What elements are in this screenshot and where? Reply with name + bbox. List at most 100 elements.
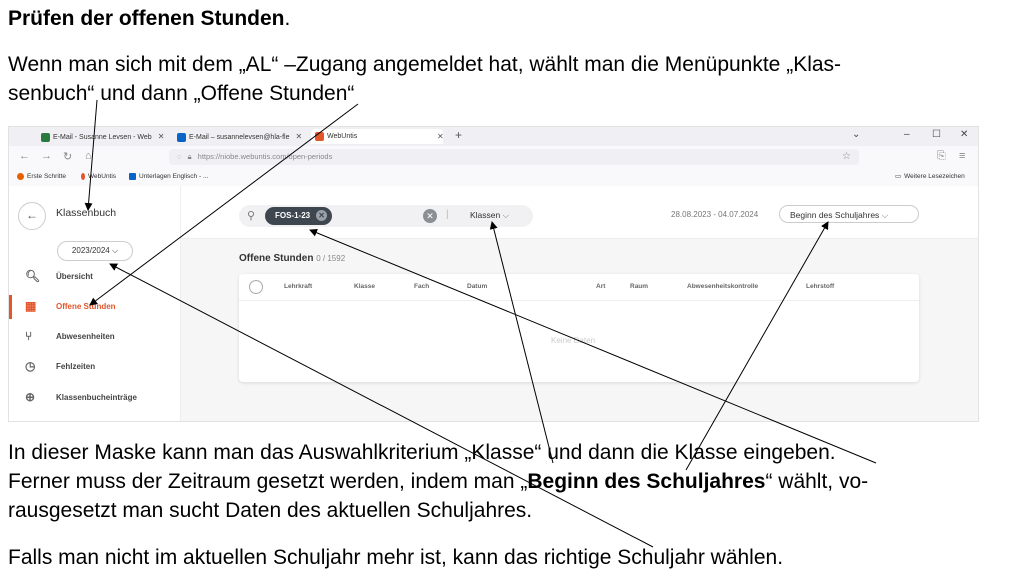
bookmark-star-icon[interactable]: ☆ bbox=[842, 149, 851, 165]
explanation-line-2-post: “ wählt, vo- bbox=[765, 470, 869, 493]
menu-label: Übersicht bbox=[56, 272, 93, 281]
new-tab-icon[interactable]: + bbox=[455, 128, 462, 142]
bookmark-unterlagen[interactable]: Unterlagen Englisch - ... bbox=[129, 168, 208, 186]
url-bar[interactable]: ◌ 🔒︎ https://niobe.webuntis.com/open-per… bbox=[169, 149, 859, 165]
school-year-value: 2023/2024 bbox=[71, 246, 110, 255]
menu-label: Abwesenheiten bbox=[56, 332, 115, 341]
open-periods-table: Lehrkraft Klasse Fach Datum Art Raum Abw… bbox=[239, 274, 919, 382]
menu-item-abwesenheiten[interactable]: ⑂ Abwesenheiten bbox=[9, 325, 180, 349]
menu-item-fehlzeiten[interactable]: ◷ Fehlzeiten bbox=[9, 355, 180, 379]
filter-bar: ⚲ FOS-1-23 ✕ ✕ | Klassen ⌵ 28.08.2023 - 0… bbox=[181, 186, 978, 239]
firefox-icon bbox=[17, 172, 24, 180]
explanation-line-3: rausgesetzt man sucht Daten des aktuelle… bbox=[8, 499, 533, 522]
table-header: Lehrkraft Klasse Fach Datum Art Raum Abw… bbox=[239, 274, 919, 301]
calendar-icon: ▦ bbox=[25, 299, 37, 313]
chip-remove-icon[interactable]: ✕ bbox=[316, 210, 328, 221]
note-paragraph: Falls man nicht im aktuellen Schuljahr m… bbox=[8, 546, 784, 569]
tab-email-outlook[interactable]: E-Mail - Susanne Levsen - Web ✕ bbox=[37, 129, 165, 144]
reload-icon[interactable]: ↻ bbox=[63, 150, 72, 163]
bookmark-erste-schritte[interactable]: Erste Schritte bbox=[17, 168, 66, 186]
lock-icon: 🔒︎ bbox=[187, 152, 192, 161]
search-icon: ⚲ bbox=[247, 210, 256, 222]
webuntis-icon bbox=[81, 172, 85, 180]
tab-bar: E-Mail - Susanne Levsen - Web ✕ E-Mail – … bbox=[9, 127, 978, 146]
explanation-line-2-pre: Ferner muss der Zeitraum gesetzt werden,… bbox=[8, 470, 528, 493]
menu-label: Offene Stunden bbox=[56, 302, 116, 311]
back-button[interactable]: ← bbox=[18, 202, 46, 230]
mail-app-icon bbox=[41, 132, 50, 142]
close-window-icon[interactable]: ✕ bbox=[960, 129, 968, 140]
column-header-art[interactable]: Art bbox=[596, 283, 605, 290]
main-panel: ⚲ FOS-1-23 ✕ ✕ | Klassen ⌵ 28.08.2023 - 0… bbox=[181, 186, 978, 421]
menu-item-offene-stunden[interactable]: ▦ Offene Stunden bbox=[9, 295, 180, 319]
folder-icon: ▭ bbox=[895, 173, 902, 180]
forward-arrow-icon[interactable]: → bbox=[41, 150, 52, 162]
tab-label: E-Mail – susannelevsen@hla-fle bbox=[189, 134, 290, 141]
back-arrow-icon: ← bbox=[26, 208, 38, 222]
intro-line-1: Wenn man sich mit dem „AL“ –Zugang angem… bbox=[8, 53, 842, 76]
heading: Prüfen der offenen Stunden. bbox=[8, 4, 290, 33]
bookmark-webuntis[interactable]: WebUntis bbox=[81, 168, 116, 186]
filter-chip[interactable]: FOS-1-23 ✕ bbox=[265, 207, 333, 225]
tab-webuntis[interactable]: WebUntis ✕ bbox=[311, 129, 444, 144]
column-header-datum[interactable]: Datum bbox=[467, 283, 487, 290]
maximize-icon[interactable]: ☐ bbox=[932, 129, 941, 140]
url-text: https://niobe.webuntis.com/open-periods bbox=[197, 152, 333, 161]
clock-icon: ◷ bbox=[25, 359, 36, 373]
close-icon[interactable]: ✕ bbox=[296, 132, 303, 141]
column-header-abwesenheitskontrolle[interactable]: Abwesenheitskontrolle bbox=[687, 283, 758, 290]
search-field[interactable]: ⚲ FOS-1-23 ✕ ✕ | Klassen ⌵ bbox=[239, 205, 533, 227]
nav-bar: ← → ↻ ⌂ ◌ 🔒︎ https://niobe.webuntis.com/… bbox=[9, 146, 978, 168]
period-select-label: Beginn des Schuljahres bbox=[790, 210, 880, 220]
book-add-icon: ⊕ bbox=[25, 390, 36, 404]
filter-type-label: Klassen bbox=[470, 210, 501, 220]
close-icon[interactable]: ✕ bbox=[437, 129, 444, 144]
tab-label: E-Mail - Susanne Levsen - Web bbox=[53, 134, 152, 141]
home-icon[interactable]: ⌂ bbox=[85, 150, 92, 162]
intro-paragraph: Wenn man sich mit dem „AL“ –Zugang angem… bbox=[8, 50, 841, 108]
filter-type-select[interactable]: Klassen ⌵ bbox=[470, 210, 509, 221]
outlook-icon bbox=[177, 132, 186, 142]
doc-icon bbox=[129, 172, 136, 180]
embedded-screenshot: E-Mail - Susanne Levsen - Web ✕ E-Mail – … bbox=[8, 126, 979, 422]
school-year-select[interactable]: 2023/2024 ⌵ bbox=[57, 241, 133, 261]
date-range: 28.08.2023 - 04.07.2024 bbox=[671, 210, 759, 219]
menu-item-klassenbucheintraege[interactable]: ⊕ Klassenbucheinträge bbox=[9, 386, 180, 410]
bookmarks-bar: Erste Schritte WebUntis Unterlagen Engli… bbox=[9, 168, 978, 187]
other-bookmarks[interactable]: ▭ Weitere Lesezeichen bbox=[895, 168, 965, 186]
record-count: 0 / 1592 bbox=[316, 254, 346, 263]
column-header-klasse[interactable]: Klasse bbox=[354, 283, 375, 290]
back-arrow-icon[interactable]: ← bbox=[19, 150, 30, 162]
sidebar-title: Klassenbuch bbox=[56, 207, 117, 219]
column-header-fach[interactable]: Fach bbox=[414, 283, 429, 290]
menu-label: Fehlzeiten bbox=[56, 362, 96, 371]
minimize-icon[interactable]: – bbox=[904, 129, 910, 140]
menu-item-uebersicht[interactable]: 🔍︎ Übersicht bbox=[9, 265, 180, 289]
column-header-raum[interactable]: Raum bbox=[630, 283, 648, 290]
extensions-icon[interactable]: ⎘ bbox=[937, 150, 946, 163]
chevron-down-icon: ⌵ bbox=[881, 210, 889, 220]
tab-email-webmail[interactable]: E-Mail – susannelevsen@hla-fle ✕ bbox=[173, 129, 303, 144]
explanation-line-2: Ferner muss der Zeitraum gesetzt werden,… bbox=[8, 467, 868, 496]
close-icon[interactable]: ✕ bbox=[158, 132, 165, 141]
bookmark-label: WebUntis bbox=[88, 173, 117, 180]
explanation-paragraph: In dieser Maske kann man das Auswahlkrit… bbox=[8, 438, 868, 525]
sidebar: ← Klassenbuch 2023/2024 ⌵ 🔍︎ Übersicht ▦… bbox=[9, 186, 181, 421]
search-doc-icon: 🔍︎ bbox=[25, 269, 41, 283]
heading-period: . bbox=[284, 7, 291, 30]
column-header-lehrkraft[interactable]: Lehrkraft bbox=[284, 283, 312, 290]
column-header-lehrstoff[interactable]: Lehrstoff bbox=[806, 283, 834, 290]
no-data-message: Keine Daten bbox=[551, 336, 596, 345]
chevron-down-icon: ⌵ bbox=[111, 246, 119, 255]
bookmark-label: Erste Schritte bbox=[27, 173, 67, 180]
select-all-checkbox[interactable] bbox=[249, 280, 263, 294]
period-select[interactable]: Beginn des Schuljahres ⌵ bbox=[779, 205, 919, 223]
explanation-line-1: In dieser Maske kann man das Auswahlkrit… bbox=[8, 441, 836, 464]
chevron-down-icon: ⌵ bbox=[502, 210, 510, 220]
menu-icon[interactable]: ≡ bbox=[959, 150, 965, 162]
heading-bold: Prüfen der offenen Stunden bbox=[8, 7, 285, 30]
clear-icon[interactable]: ✕ bbox=[423, 209, 437, 223]
page-title-text: Offene Stunden bbox=[239, 253, 314, 264]
tab-list-chevron-icon[interactable]: ⌄ bbox=[852, 129, 860, 140]
other-bookmarks-label: Weitere Lesezeichen bbox=[904, 173, 965, 180]
